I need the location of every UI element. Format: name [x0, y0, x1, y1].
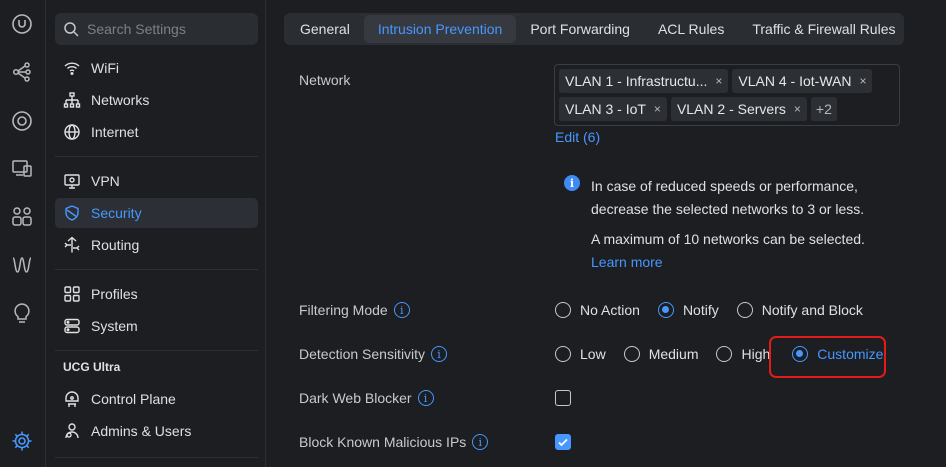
remove-chip-icon[interactable]: × — [654, 102, 661, 116]
radio-circle-selected[interactable] — [657, 302, 674, 318]
sidebar-item-system[interactable]: System — [55, 311, 258, 341]
sidebar-divider — [55, 350, 258, 351]
sidebar-item-internet[interactable]: Internet — [55, 117, 258, 147]
section-title: UCG Ultra — [63, 360, 121, 374]
bulb-icon[interactable] — [11, 302, 33, 324]
sidebar-item-control-plane[interactable]: Control Plane — [55, 384, 258, 414]
filtering-mode-label: Filtering Mode i — [299, 302, 410, 318]
settings-gear-icon[interactable] — [11, 430, 33, 452]
info-icon[interactable]: i — [472, 434, 489, 450]
info-icon[interactable]: i — [393, 302, 410, 318]
radio-circle[interactable] — [623, 346, 640, 362]
routing-icon — [64, 236, 80, 253]
edit-networks-link[interactable]: Edit (6) — [555, 129, 600, 145]
sidebar-item-admins-users[interactable]: Admins & Users — [55, 416, 258, 446]
tab-bar: General Intrusion Prevention Port Forwar… — [284, 13, 904, 45]
sidebar-item-label: Admins & Users — [91, 423, 192, 439]
checkmark-icon — [558, 438, 568, 447]
globe-icon — [64, 124, 80, 140]
radio-low[interactable]: Low — [555, 346, 606, 362]
radio-high[interactable]: High — [716, 346, 770, 362]
network-chip[interactable]: VLAN 4 - Iot-WAN × — [732, 69, 873, 93]
shield-icon — [65, 205, 79, 221]
sidebar-item-label: System — [91, 318, 138, 334]
network-multiselect[interactable]: VLAN 1 - Infrastructu... × VLAN 4 - Iot-W… — [554, 64, 900, 126]
sidebar-item-vpn[interactable]: VPN — [55, 166, 258, 196]
sidebar-item-networks[interactable]: Networks — [55, 85, 258, 115]
network-label: Network — [299, 72, 351, 88]
search-icon — [64, 22, 79, 37]
unifi-logo-icon[interactable] — [11, 13, 33, 35]
highlight-annotation — [769, 336, 886, 378]
remove-chip-icon[interactable]: × — [859, 74, 866, 88]
info-icon[interactable]: i — [431, 346, 448, 362]
network-chip[interactable]: VLAN 2 - Servers × — [670, 97, 807, 121]
main-panel: General Intrusion Prevention Port Forwar… — [267, 0, 946, 467]
sidebar-divider — [55, 457, 258, 458]
dark-web-blocker-label: Dark Web Blocker i — [299, 390, 434, 406]
sidebar-item-label: Security — [91, 205, 142, 221]
remove-chip-icon[interactable]: × — [715, 74, 722, 88]
radio-circle[interactable] — [555, 302, 571, 318]
sidebar-item-label: VPN — [91, 173, 120, 189]
topology-icon[interactable] — [11, 61, 33, 83]
tab-intrusion-prevention[interactable]: Intrusion Prevention — [363, 15, 517, 43]
sidebar-item-security[interactable]: Security — [55, 198, 258, 228]
radio-notify-and-block[interactable]: Notify and Block — [736, 302, 863, 318]
tab-general[interactable]: General — [286, 15, 364, 43]
sidebar-item-label: Profiles — [91, 286, 138, 302]
filtering-mode-radio-group: No Action Notify Notify and Block — [555, 302, 881, 318]
sidebar-item-wifi[interactable]: WiFi — [55, 53, 258, 83]
control-plane-icon — [65, 391, 79, 407]
radio-no-action[interactable]: No Action — [555, 302, 640, 318]
learn-more-link[interactable]: Learn more — [591, 254, 663, 270]
radio-circle[interactable] — [555, 346, 571, 362]
radio-circle[interactable] — [736, 302, 753, 318]
info-icon: i — [564, 175, 580, 191]
network-chip[interactable]: VLAN 3 - IoT × — [559, 97, 667, 121]
tab-port-forwarding[interactable]: Port Forwarding — [516, 15, 644, 43]
clients-icon[interactable] — [11, 157, 33, 179]
info-notice: i In case of reduced speeds or performan… — [564, 175, 904, 274]
devices-icon[interactable] — [11, 110, 33, 132]
search-input[interactable] — [87, 21, 257, 37]
block-malicious-ips-label: Block Known Malicious IPs i — [299, 434, 489, 450]
wifi-icon — [64, 62, 80, 75]
sidebar-item-routing[interactable]: Routing — [55, 230, 258, 260]
settings-sidebar: WiFi Networks Internet VPN Security Rout… — [47, 0, 266, 467]
tab-acl-rules[interactable]: ACL Rules — [644, 15, 738, 43]
ports-icon[interactable] — [11, 205, 33, 227]
sidebar-divider — [55, 269, 258, 270]
network-chip[interactable]: VLAN 1 - Infrastructu... × — [559, 69, 729, 93]
sidebar-item-label: Internet — [91, 124, 139, 140]
sidebar-item-label: Networks — [91, 92, 150, 108]
sidebar-item-label: Control Plane — [91, 391, 176, 407]
app-rail — [0, 0, 46, 467]
block-malicious-ips-checkbox[interactable] — [555, 434, 571, 450]
more-networks-count[interactable]: +2 — [810, 97, 837, 121]
tab-traffic-firewall-rules[interactable]: Traffic & Firewall Rules — [738, 15, 909, 43]
profiles-icon — [64, 286, 80, 302]
sidebar-divider — [55, 156, 258, 157]
vpn-icon — [64, 174, 80, 189]
insights-icon[interactable] — [11, 254, 33, 276]
sidebar-item-label: WiFi — [91, 60, 119, 76]
sidebar-item-profiles[interactable]: Profiles — [55, 279, 258, 309]
networks-icon — [63, 92, 81, 108]
admins-icon — [65, 423, 79, 439]
radio-circle[interactable] — [716, 346, 733, 362]
radio-medium[interactable]: Medium — [623, 346, 698, 362]
detection-sensitivity-label: Detection Sensitivity i — [299, 346, 448, 362]
system-icon — [64, 318, 80, 334]
notice-text: In case of reduced speeds or performance… — [591, 178, 865, 217]
search-box[interactable] — [55, 13, 258, 45]
radio-notify[interactable]: Notify — [657, 302, 719, 318]
sidebar-item-label: Routing — [91, 237, 140, 253]
info-icon[interactable]: i — [417, 390, 434, 406]
dark-web-blocker-checkbox[interactable] — [555, 390, 571, 406]
notice-text-2: A maximum of 10 networks can be selected… — [591, 231, 865, 270]
remove-chip-icon[interactable]: × — [794, 102, 801, 116]
